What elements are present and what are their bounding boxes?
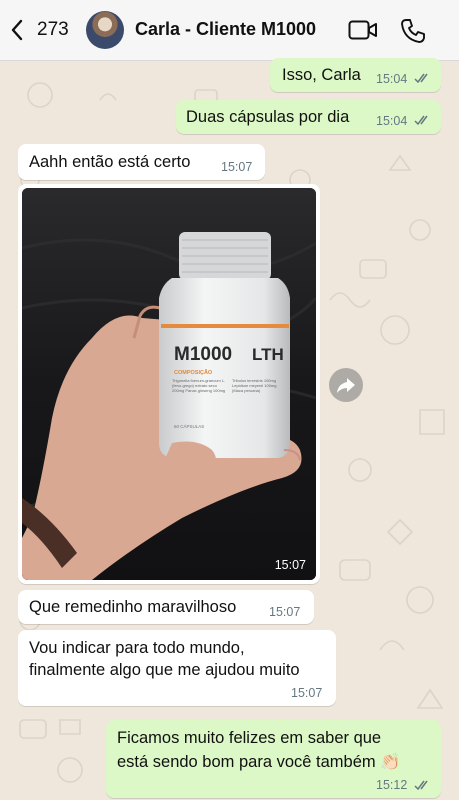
message-time: 15:04 bbox=[376, 72, 408, 86]
message-outgoing[interactable]: Duas cápsulas por dia 15:04 bbox=[176, 100, 441, 134]
message-time: 15:07 bbox=[291, 686, 323, 700]
message-outgoing[interactable]: Isso, Carla 15:04 bbox=[270, 58, 441, 92]
phone-icon[interactable] bbox=[400, 18, 426, 44]
message-time: 15:12 bbox=[376, 778, 408, 792]
bottle-section: COMPOSIÇÃO bbox=[174, 369, 213, 376]
bottle-ingredients-right: Tribulus terrestris 100mg Lepidium meyen… bbox=[232, 378, 277, 393]
forward-icon bbox=[337, 378, 355, 393]
message-text-line: está sendo bom para você também 👏🏻 bbox=[117, 753, 401, 771]
read-ticks-icon bbox=[414, 780, 428, 791]
forward-button[interactable] bbox=[329, 368, 363, 402]
avatar[interactable] bbox=[86, 11, 124, 49]
contact-name[interactable]: Carla - Cliente M1000 bbox=[135, 19, 316, 40]
message-text: Aahh então está certo bbox=[29, 153, 191, 171]
read-ticks-icon bbox=[414, 115, 428, 126]
back-chevron-icon bbox=[11, 19, 23, 41]
message-time: 15:07 bbox=[274, 558, 306, 572]
bottle-ingredients-left: Trigonella foenum-graecum L. (feno-grego… bbox=[172, 378, 226, 393]
back-button[interactable]: 273 bbox=[10, 16, 70, 44]
video-call-icon[interactable] bbox=[348, 19, 378, 41]
message-time: 15:07 bbox=[221, 160, 253, 174]
message-time: 15:04 bbox=[376, 114, 408, 128]
bottle-photo[interactable]: M1000 LTH COMPOSIÇÃO Trigonella foenum-g… bbox=[22, 188, 316, 580]
message-text-line: Ficamos muito felizes em saber que bbox=[117, 729, 382, 747]
message-text: Duas cápsulas por dia bbox=[186, 108, 350, 126]
message-incoming[interactable]: Que remedinho maravilhoso 15:07 bbox=[18, 590, 314, 624]
message-text-line: Vou indicar para todo mundo, bbox=[29, 639, 245, 657]
photo-content: M1000 LTH COMPOSIÇÃO Trigonella foenum-g… bbox=[22, 188, 316, 580]
bottle-brand: M1000 bbox=[174, 344, 232, 365]
chat-header: 273 Carla - Cliente M1000 bbox=[0, 0, 459, 61]
message-incoming[interactable]: Aahh então está certo 15:07 bbox=[18, 144, 265, 180]
message-text: Que remedinho maravilhoso bbox=[29, 598, 237, 616]
message-incoming[interactable]: Vou indicar para todo mundo, finalmente … bbox=[18, 630, 336, 706]
message-time: 15:07 bbox=[269, 605, 301, 619]
unread-count: 273 bbox=[37, 19, 69, 40]
bottle-count: 60 CÁPSULAS bbox=[174, 423, 204, 429]
message-text: Isso, Carla bbox=[282, 66, 361, 84]
message-text-line: finalmente algo que me ajudou muito bbox=[29, 661, 300, 679]
message-outgoing[interactable]: Ficamos muito felizes em saber que está … bbox=[106, 720, 441, 798]
bottle-suffix: LTH bbox=[252, 345, 284, 364]
read-ticks-icon bbox=[414, 73, 428, 84]
message-image[interactable]: M1000 LTH COMPOSIÇÃO Trigonella foenum-g… bbox=[18, 184, 320, 584]
